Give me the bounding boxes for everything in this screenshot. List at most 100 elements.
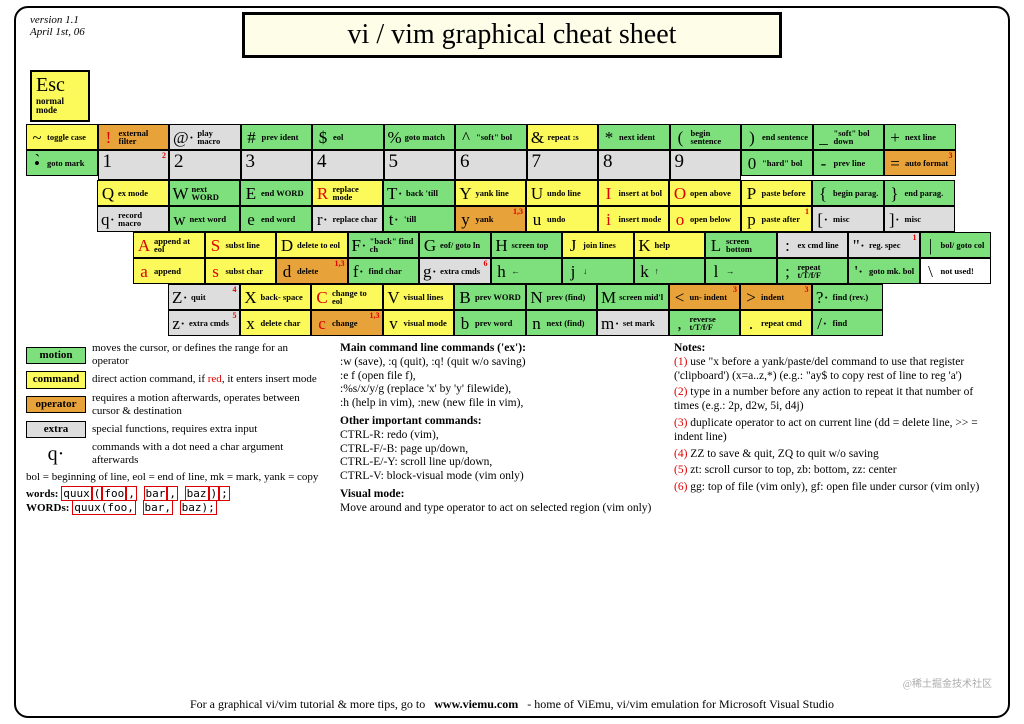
key-Y: Yyank line xyxy=(455,180,527,206)
key-y: yyank1,3 xyxy=(455,206,527,232)
key-l: l→ xyxy=(705,258,777,284)
number-key-3: 3 xyxy=(241,150,313,180)
key-u: uundo xyxy=(526,206,598,232)
other-commands-heading: Other important commands: xyxy=(340,415,660,429)
key-f: f·find char xyxy=(348,258,420,284)
key-: @·play macro xyxy=(169,124,241,150)
visual-mode-text: Move around and type operator to act on … xyxy=(340,502,660,516)
key-W: Wnext WORD xyxy=(169,180,241,206)
visual-mode-heading: Visual mode: xyxy=(340,488,660,502)
date: April 1st, 06 xyxy=(30,26,85,38)
number-key-2: 2 xyxy=(169,150,241,180)
legend-swatch-operator: operator xyxy=(26,396,86,413)
key-T: T·back 'till xyxy=(383,180,455,206)
abbreviations: bol = beginning of line, eol = end of li… xyxy=(26,471,326,484)
qdot-desc: commands with a dot need a char argument… xyxy=(92,441,326,467)
legend-text-operator: requires a motion afterwards, operates b… xyxy=(92,392,326,418)
words-example: quux(foo, bar, baz); xyxy=(61,486,230,501)
key-h: h← xyxy=(491,258,563,284)
key-0: 0"hard" bol xyxy=(741,150,813,176)
key-: _"soft" bol down xyxy=(813,124,885,150)
bottom-columns: motionmoves the cursor, or defines the r… xyxy=(26,342,998,516)
key-m: m·set mark xyxy=(597,310,669,336)
key-X: Xback- space xyxy=(240,284,312,310)
key-: ]·misc xyxy=(884,206,956,232)
key-: )end sentence xyxy=(741,124,813,150)
note-6: (6) gg: top of file (vim only), gf: open… xyxy=(674,481,998,495)
note-1: (1) use "x before a yank/paste/del comma… xyxy=(674,356,998,384)
key-d: ddelete1,3 xyxy=(276,258,348,284)
key-: <un- indent3 xyxy=(669,284,741,310)
key-o: oopen below xyxy=(669,206,741,232)
key-z: z·extra cmds5 xyxy=(168,310,240,336)
key-: ,reverse t/T/f/F xyxy=(669,310,741,336)
key-: "·reg. spec1 xyxy=(848,232,920,258)
key-k: k↑ xyxy=(634,258,706,284)
esc-key-label: Esc xyxy=(36,74,84,97)
key-N: Nprev (find) xyxy=(526,284,598,310)
key-n: nnext (find) xyxy=(526,310,598,336)
key-w: wnext word xyxy=(169,206,241,232)
key-: ~toggle case xyxy=(26,124,98,150)
number-key-5: 5 xyxy=(384,150,456,180)
key-: $eol xyxy=(312,124,384,150)
commands-column: Main command line commands ('ex'): :w (s… xyxy=(340,342,660,516)
key-: (begin sentence xyxy=(670,124,742,150)
key-e: eend word xyxy=(240,206,312,232)
key-G: Geof/ goto ln xyxy=(419,232,491,258)
key-F: F·"back" find ch xyxy=(348,232,420,258)
key-p: ppaste after1 xyxy=(741,206,813,232)
key-: ^"soft" bol xyxy=(455,124,527,150)
number-key-6: 6 xyxy=(455,150,527,180)
key-D: Ddelete to eol xyxy=(276,232,348,258)
key-: +next line xyxy=(884,124,956,150)
key-: -prev line xyxy=(813,150,885,176)
key-A: Aappend at eol xyxy=(133,232,205,258)
other-commands-text: CTRL-R: redo (vim), CTRL-F/-B: page up/d… xyxy=(340,429,660,484)
key-B: Bprev WORD xyxy=(454,284,526,310)
key-: !external filter xyxy=(98,124,170,150)
number-key-8: 8 xyxy=(598,150,670,180)
key-C: Cchange to eol xyxy=(311,284,383,310)
number-key-9: 9 xyxy=(670,150,742,180)
key-: #prev ident xyxy=(241,124,313,150)
key-K: Khelp xyxy=(634,232,706,258)
ex-commands-heading: Main command line commands ('ex'): xyxy=(340,342,660,356)
key-S: Ssubst line xyxy=(205,232,277,258)
key-s: ssubst char xyxy=(205,258,277,284)
legend-text-command: direct action command, if red, it enters… xyxy=(92,373,326,386)
key-I: Iinsert at bol xyxy=(598,180,670,206)
key-v: vvisual mode xyxy=(383,310,455,336)
key-q: q·record macro xyxy=(97,206,169,232)
key-J: Jjoin lines xyxy=(562,232,634,258)
key-j: j↓ xyxy=(562,258,634,284)
key-V: Vvisual lines xyxy=(383,284,455,310)
legend-swatch-command: command xyxy=(26,371,86,388)
key-: =auto format3 xyxy=(884,150,956,176)
key-x: xdelete char xyxy=(240,310,312,336)
note-4: (4) ZZ to save & quit, ZQ to quit w/o sa… xyxy=(674,448,998,462)
key-a: aappend xyxy=(133,258,205,284)
key-Z: Z·quit4 xyxy=(168,284,240,310)
key-: ?·find (rev.) xyxy=(812,284,884,310)
esc-key: Esc normal mode xyxy=(30,70,90,122)
notes-column: Notes: (1) use "x before a yank/paste/de… xyxy=(674,342,998,516)
keyboard: ~toggle case•̀goto mark!external filter1… xyxy=(26,124,998,336)
words-label: words: xyxy=(26,488,58,500)
key-: '·goto mk. bol xyxy=(848,258,920,284)
qdot-sym: q· xyxy=(26,442,86,466)
note-3: (3) duplicate operator to act on current… xyxy=(674,417,998,445)
version: version 1.1 xyxy=(30,14,85,26)
key-U: Uundo line xyxy=(526,180,598,206)
footer: For a graphical vi/vim tutorial & more t… xyxy=(16,697,1008,712)
key-: &repeat :s xyxy=(527,124,599,150)
key-R: Rreplace mode xyxy=(312,180,384,206)
WORDs-example: quux(foo, bar, baz); xyxy=(72,500,216,515)
esc-key-desc: normal mode xyxy=(36,97,84,115)
WORDs-label: WORDs: xyxy=(26,502,69,514)
key-: ;repeat t/T/f/F xyxy=(777,258,849,284)
number-key-1: 12 xyxy=(98,150,170,180)
legend-text-motion: moves the cursor, or defines the range f… xyxy=(92,342,326,368)
key-c: cchange1,3 xyxy=(311,310,383,336)
key-L: Lscreen bottom xyxy=(705,232,777,258)
